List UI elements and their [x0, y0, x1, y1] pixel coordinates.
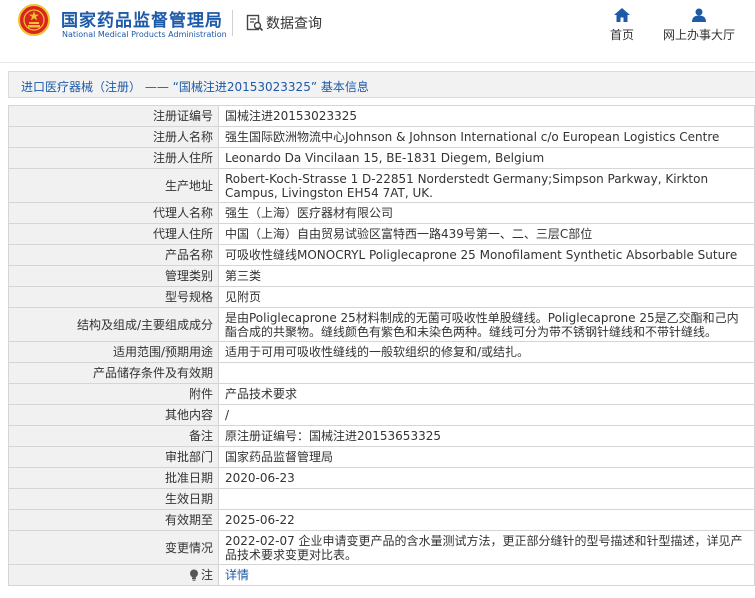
search-document-icon: [246, 14, 264, 32]
row-model: 型号规格 见附页: [8, 286, 755, 308]
nav-home-label: 首页: [609, 28, 634, 42]
registrant-label: 注册人名称: [8, 126, 219, 148]
model-value: 见附页: [218, 286, 755, 308]
national-emblem-icon: [18, 4, 50, 36]
row-other: 其他内容 /: [8, 404, 755, 426]
site-header: 国家药品监督管理局 National Medical Products Admi…: [0, 0, 755, 62]
scope-label: 适用范围/预期用途: [8, 341, 219, 363]
row-note: 注 详情: [8, 564, 755, 586]
row-approval-date: 批准日期 2020-06-23: [8, 467, 755, 489]
row-agent: 代理人名称 强生（上海）医疗器材有限公司: [8, 202, 755, 224]
details-link[interactable]: 详情: [225, 568, 249, 582]
remark-label: 备注: [8, 425, 219, 447]
attachment-value: 产品技术要求: [218, 383, 755, 405]
breadcrumb-text: 进口医疗器械（注册） —— “国械注进20153023325” 基本信息: [21, 80, 369, 94]
approval-date-label: 批准日期: [8, 467, 219, 489]
header-border: [0, 62, 755, 63]
attachment-label: 附件: [8, 383, 219, 405]
product-name-value: 可吸收性缝线MONOCRYL Poliglecaprone 25 Monofil…: [218, 244, 755, 266]
row-structure: 结构及组成/主要组成成分 是由Poliglecaprone 25材料制成的无菌可…: [8, 307, 755, 342]
row-category: 管理类别 第三类: [8, 265, 755, 287]
user-icon: [692, 8, 706, 22]
effective-date-value: [218, 488, 755, 510]
mfg-address-label: 生产地址: [8, 168, 219, 203]
lightbulb-icon: [189, 569, 198, 581]
row-changes: 变更情况 2022-02-07 企业申请变更产品的含水量测试方法，更正部分缝针的…: [8, 530, 755, 565]
other-label: 其他内容: [8, 404, 219, 426]
breadcrumb: 进口医疗器械（注册） —— “国械注进20153023325” 基本信息: [8, 71, 755, 98]
agent-address-value: 中国（上海）自由贸易试验区富特西一路439号第一、二、三层C部位: [218, 223, 755, 245]
agent-address-label: 代理人住所: [8, 223, 219, 245]
site-logo-title[interactable]: 国家药品监督管理局: [61, 6, 223, 31]
note-value-cell: 详情: [218, 564, 755, 586]
nav-online-service[interactable]: 网上办事大厅: [658, 8, 740, 43]
model-label: 型号规格: [8, 286, 219, 308]
row-registrant: 注册人名称 强生国际欧洲物流中心Johnson & Johnson Intern…: [8, 126, 755, 148]
home-icon: [614, 8, 630, 22]
agent-label: 代理人名称: [8, 202, 219, 224]
category-label: 管理类别: [8, 265, 219, 287]
row-reg-address: 注册人住所 Leonardo Da Vincilaan 15, BE-1831 …: [8, 147, 755, 169]
dept-value: 国家药品监督管理局: [218, 446, 755, 468]
reg-address-value: Leonardo Da Vincilaan 15, BE-1831 Diegem…: [218, 147, 755, 169]
other-value: /: [218, 404, 755, 426]
row-dept: 审批部门 国家药品监督管理局: [8, 446, 755, 468]
data-query-link[interactable]: 数据查询: [266, 13, 322, 33]
reg-address-label: 注册人住所: [8, 147, 219, 169]
reg-no-label: 注册证编号: [8, 105, 219, 127]
note-label: 注: [200, 568, 213, 582]
storage-value: [218, 362, 755, 384]
row-storage: 产品储存条件及有效期: [8, 362, 755, 384]
site-logo-subtitle: National Medical Products Administration: [62, 30, 227, 39]
row-reg-no: 注册证编号 国械注进20153023325: [8, 105, 755, 127]
row-mfg-address: 生产地址 Robert-Koch-Strasse 1 D-22851 Norde…: [8, 168, 755, 203]
row-valid-until: 有效期至 2025-06-22: [8, 509, 755, 531]
row-agent-address: 代理人住所 中国（上海）自由贸易试验区富特西一路439号第一、二、三层C部位: [8, 223, 755, 245]
changes-value: 2022-02-07 企业申请变更产品的含水量测试方法，更正部分缝针的型号描述和…: [218, 530, 755, 565]
row-scope: 适用范围/预期用途 适用于可用可吸收性缝线的一般软组织的修复和/或结扎。: [8, 341, 755, 363]
mfg-address-value: Robert-Koch-Strasse 1 D-22851 Nordersted…: [218, 168, 755, 203]
nav-service-label: 网上办事大厅: [662, 28, 735, 42]
effective-date-label: 生效日期: [8, 488, 219, 510]
storage-label: 产品储存条件及有效期: [8, 362, 219, 384]
valid-until-label: 有效期至: [8, 509, 219, 531]
valid-until-value: 2025-06-22: [218, 509, 755, 531]
category-value: 第三类: [218, 265, 755, 287]
row-attachment: 附件 产品技术要求: [8, 383, 755, 405]
approval-date-value: 2020-06-23: [218, 467, 755, 489]
remark-value: 原注册证编号：国械注进20153653325: [218, 425, 755, 447]
structure-label: 结构及组成/主要组成成分: [8, 307, 219, 342]
structure-value: 是由Poliglecaprone 25材料制成的无菌可吸收性单股缝线。Polig…: [218, 307, 755, 342]
row-product-name: 产品名称 可吸收性缝线MONOCRYL Poliglecaprone 25 Mo…: [8, 244, 755, 266]
nav-home[interactable]: 首页: [606, 8, 638, 43]
registration-info-table: 注册证编号 国械注进20153023325 注册人名称 强生国际欧洲物流中心Jo…: [8, 105, 755, 586]
header-divider: [232, 10, 233, 36]
scope-value: 适用于可用可吸收性缝线的一般软组织的修复和/或结扎。: [218, 341, 755, 363]
registrant-value: 强生国际欧洲物流中心Johnson & Johnson Internationa…: [218, 126, 755, 148]
product-name-label: 产品名称: [8, 244, 219, 266]
dept-label: 审批部门: [8, 446, 219, 468]
agent-value: 强生（上海）医疗器材有限公司: [218, 202, 755, 224]
row-effective-date: 生效日期: [8, 488, 755, 510]
changes-label: 变更情况: [8, 530, 219, 565]
row-remark: 备注 原注册证编号：国械注进20153653325: [8, 425, 755, 447]
note-label-cell: 注: [8, 564, 219, 586]
reg-no-value: 国械注进20153023325: [218, 105, 755, 127]
